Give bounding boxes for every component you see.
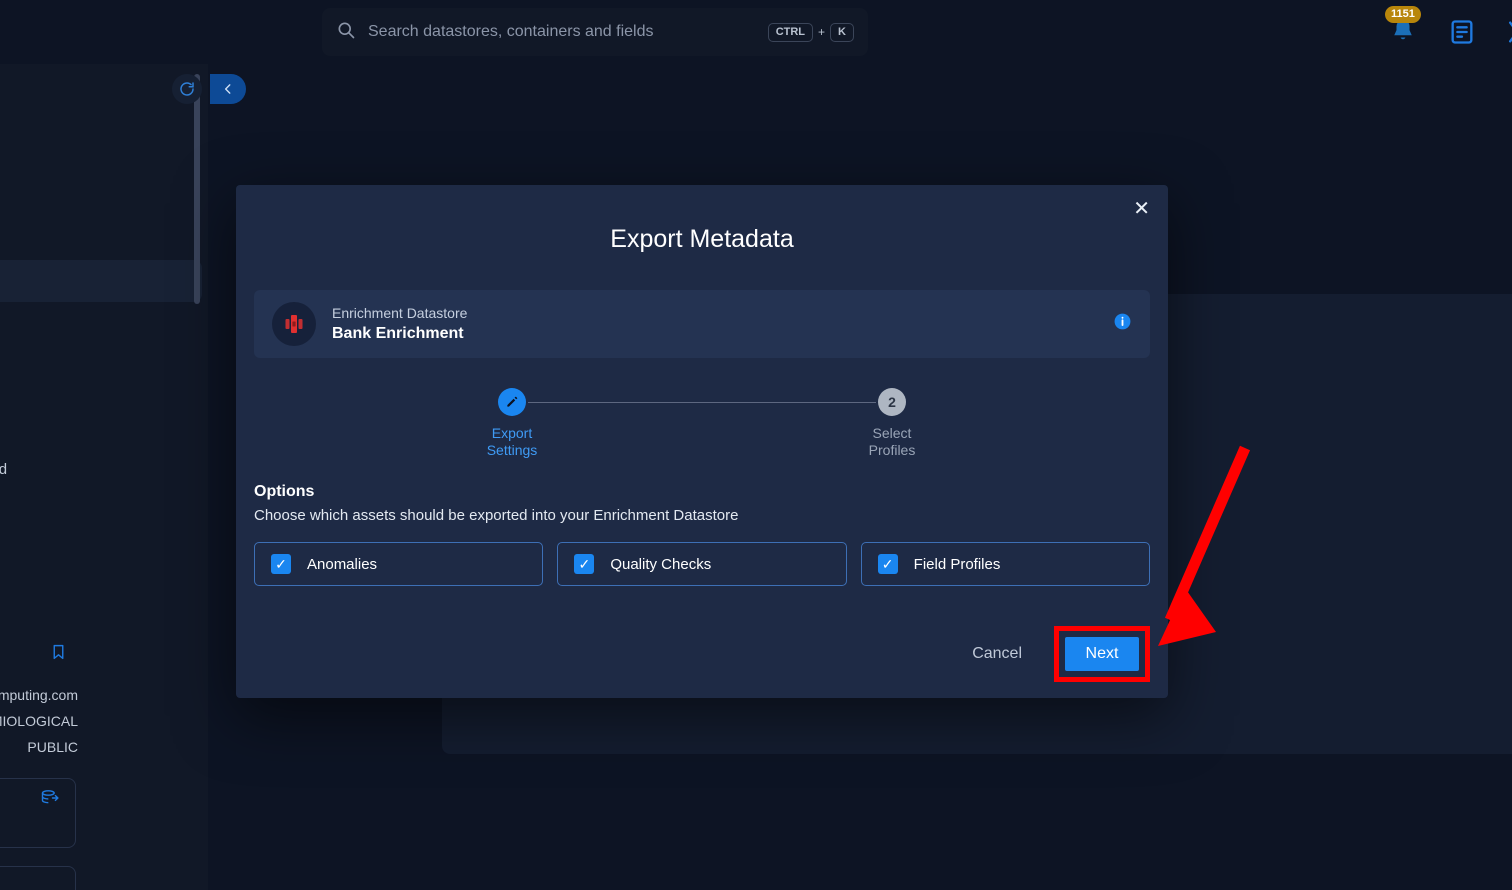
- step-select-profiles[interactable]: 2 Select Profiles: [822, 388, 962, 459]
- datastore-metadata: .snowflakecomputing.com OVID19_EPIDEMIOL…: [0, 682, 78, 760]
- refresh-icon[interactable]: [172, 74, 202, 104]
- enrichment-datastore-row[interactable]: Enrichment Datastore Bank Enrichment: [254, 290, 1150, 358]
- bell-icon: [1388, 19, 1418, 50]
- edge-icon[interactable]: [1502, 18, 1512, 51]
- notification-badge: 1151: [1385, 6, 1421, 23]
- option-field-profiles[interactable]: ✓ Field Profiles: [860, 542, 1150, 586]
- search-shortcut: CTRL + K: [767, 22, 854, 42]
- checkbox-icon[interactable]: ✓: [877, 554, 898, 574]
- checkbox-icon[interactable]: ✓: [574, 554, 595, 574]
- notifications-button[interactable]: 1151: [1385, 6, 1422, 50]
- shortcut-plus: +: [818, 25, 826, 39]
- options-heading: Options: [254, 483, 315, 500]
- sidebar-item-6[interactable]: folio - Staging: [0, 532, 208, 574]
- enrichment-database-icon: [272, 302, 316, 346]
- sidebar-detail-card[interactable]: [0, 778, 76, 848]
- next-button-highlight: Next: [1054, 626, 1150, 682]
- sidebar-item-2[interactable]: [0, 260, 202, 302]
- metadata-database: OVID19_EPIDEMIOLOGICAL: [0, 713, 78, 729]
- metadata-host: .snowflakecomputing.com: [0, 687, 78, 703]
- options-subtitle: Choose which assets should be exported i…: [254, 507, 739, 524]
- checkbox-icon[interactable]: ✓: [271, 554, 291, 574]
- metadata-schema: PUBLIC: [27, 739, 78, 755]
- top-bar: Search datastores, containers and fields…: [0, 0, 1512, 64]
- next-button[interactable]: Next: [1065, 637, 1139, 671]
- sidebar-item-0[interactable]: Staging: [0, 176, 208, 218]
- enrichment-kicker: Enrichment Datastore: [332, 305, 468, 321]
- step-2-label: Select Profiles: [868, 425, 916, 458]
- add-datastore-button[interactable]: tastore +: [0, 866, 76, 890]
- search-icon: [336, 20, 356, 45]
- database-export-icon[interactable]: [40, 788, 60, 813]
- search-input[interactable]: Search datastores, containers and fields…: [322, 8, 868, 56]
- wizard-stepper: Export Settings 2 Select Profiles: [442, 388, 962, 464]
- enrichment-name: Bank Enrichment: [332, 325, 464, 342]
- step-2-badge: 2: [878, 388, 906, 416]
- shortcut-key-ctrl: CTRL: [767, 22, 814, 42]
- info-icon[interactable]: [1113, 312, 1132, 336]
- sidebar-scrollbar[interactable]: [194, 74, 200, 304]
- cancel-button[interactable]: Cancel: [958, 635, 1036, 673]
- sidebar: Staging Balance Cloud Genius Extended ce…: [0, 64, 208, 890]
- step-1-label: Export Settings: [486, 425, 538, 458]
- options-list: ✓ Anomalies ✓ Quality Checks ✓ Field Profiles: [254, 542, 1150, 586]
- step-export-settings[interactable]: Export Settings: [442, 388, 582, 459]
- shortcut-key-k: K: [830, 22, 854, 42]
- option-label: Anomalies: [307, 555, 378, 573]
- bookmark-icon[interactable]: [50, 642, 67, 667]
- option-label: Quality Checks: [610, 555, 712, 573]
- option-anomalies[interactable]: ✓ Anomalies: [254, 542, 544, 586]
- search-placeholder: Search datastores, containers and fields: [368, 23, 654, 40]
- app-root: Checks ↗ 2,045 Anomalies 348: [0, 0, 1512, 890]
- sidebar-item-4[interactable]: Genius Extended: [0, 448, 208, 490]
- sidebar-item-3[interactable]: Cloud: [0, 406, 208, 448]
- sidebar-item-1[interactable]: Balance: [0, 218, 208, 260]
- collapse-sidebar-button[interactable]: [210, 74, 246, 104]
- export-metadata-modal: ✕ Export Metadata Enrichment Datastore B…: [236, 185, 1168, 698]
- option-quality-checks[interactable]: ✓ Quality Checks: [557, 542, 847, 586]
- option-label: Field Profiles: [913, 555, 1001, 573]
- step-1-badge: [498, 388, 526, 416]
- options-section: Options Choose which assets should be ex…: [236, 464, 1168, 586]
- modal-footer: Cancel Next: [958, 626, 1150, 682]
- sidebar-item-5[interactable]: ces - Staging: [0, 490, 208, 532]
- close-icon[interactable]: ✕: [1133, 199, 1150, 219]
- modal-title: Export Metadata: [610, 225, 794, 253]
- document-icon[interactable]: [1448, 18, 1476, 51]
